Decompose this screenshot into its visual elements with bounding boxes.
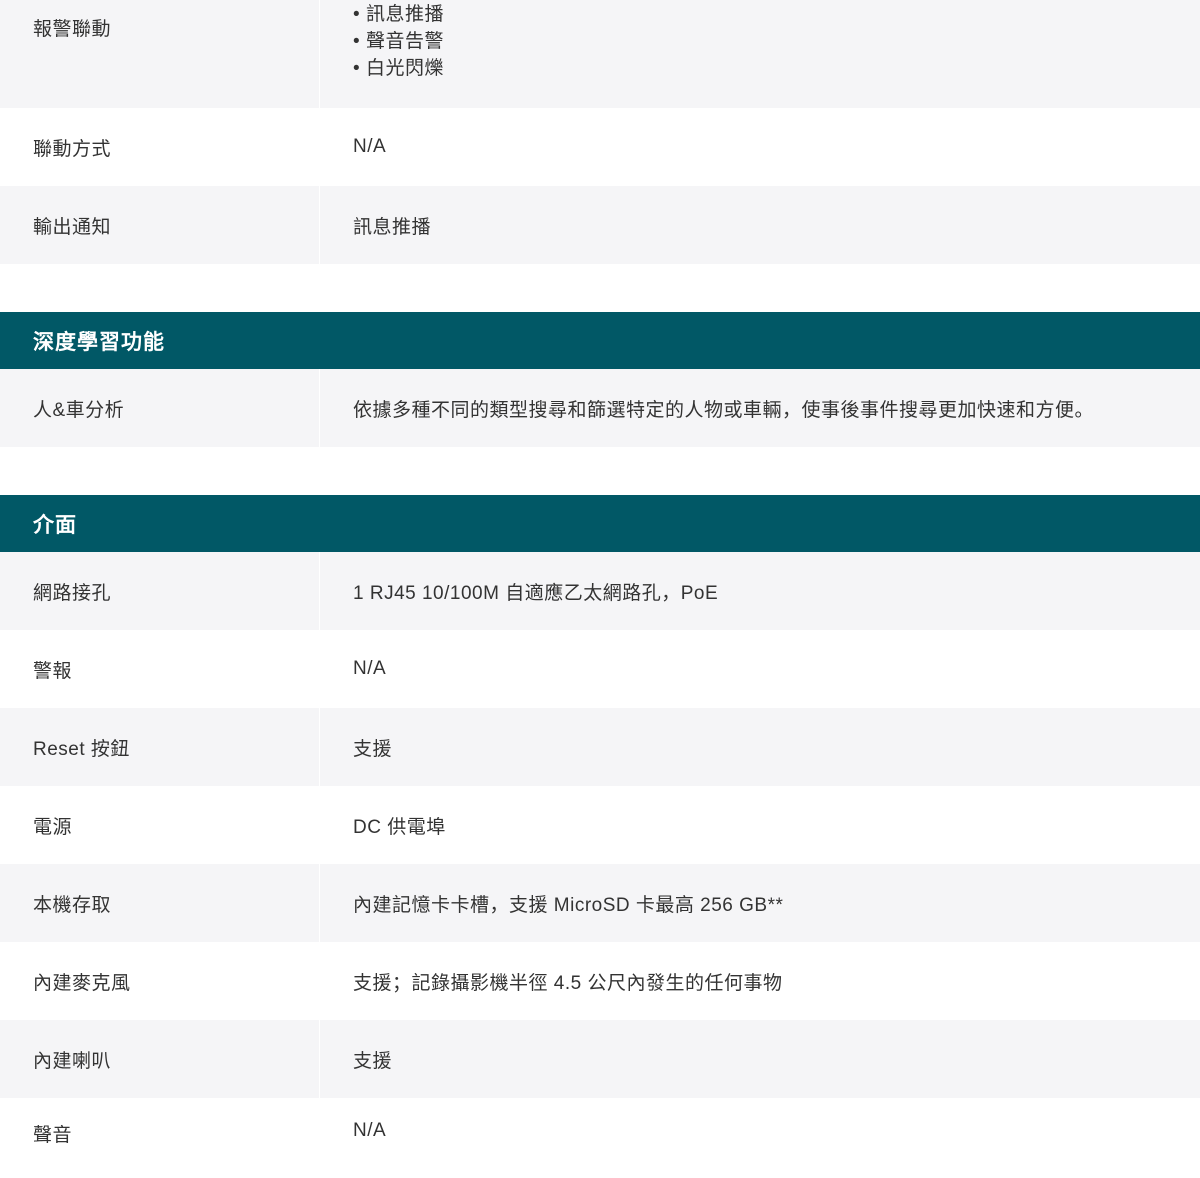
spec-value: DC 供電埠: [320, 786, 1200, 864]
list-item: 白光閃爍: [353, 55, 444, 82]
spec-label: 報警聯動: [0, 0, 319, 108]
spec-row-alarm-linkage: 報警聯動 訊息推播 聲音告警 白光閃爍: [0, 0, 1200, 108]
spec-value: 內建記憶卡卡槽，支援 MicroSD 卡最高 256 GB**: [320, 864, 1200, 942]
spec-row-local-storage: 本機存取 內建記憶卡卡槽，支援 MicroSD 卡最高 256 GB**: [0, 864, 1200, 942]
spec-label: 內建喇叭: [0, 1020, 319, 1098]
list-item: 聲音告警: [353, 28, 444, 55]
spec-row-human-vehicle: 人&車分析 依據多種不同的類型搜尋和篩選特定的人物或車輛，使事後事件搜尋更加快速…: [0, 369, 1200, 447]
spec-row-output-notification: 輸出通知 訊息推播: [0, 186, 1200, 264]
spec-value: N/A: [320, 630, 1200, 708]
spec-row-built-in-mic: 內建麥克風 支援；記錄攝影機半徑 4.5 公尺內發生的任何事物: [0, 942, 1200, 1020]
spec-value: 訊息推播 聲音告警 白光閃爍: [320, 0, 1200, 108]
spec-value: 依據多種不同的類型搜尋和篩選特定的人物或車輛，使事後事件搜尋更加快速和方便。: [320, 369, 1200, 447]
section-gap: [0, 447, 1200, 495]
spec-label: 本機存取: [0, 864, 319, 942]
spec-page: 報警聯動 訊息推播 聲音告警 白光閃爍 聯動方式 N/A 輸出通知 訊息推播 深…: [0, 0, 1200, 1178]
section-header-interface: 介面: [0, 495, 1200, 552]
spec-value: 訊息推播: [320, 186, 1200, 264]
spec-value: 支援；記錄攝影機半徑 4.5 公尺內發生的任何事物: [320, 942, 1200, 1020]
spec-label: 網路接孔: [0, 552, 319, 630]
spec-row-network-port: 網路接孔 1 RJ45 10/100M 自適應乙太網路孔，PoE: [0, 552, 1200, 630]
spec-label: 內建麥克風: [0, 942, 319, 1020]
spec-row-alarm: 警報 N/A: [0, 630, 1200, 708]
spec-row-reset-button: Reset 按鈕 支援: [0, 708, 1200, 786]
list-item: 訊息推播: [353, 1, 444, 28]
spec-label: 人&車分析: [0, 369, 319, 447]
section-header-deep-learning: 深度學習功能: [0, 312, 1200, 369]
spec-row-linkage-method: 聯動方式 N/A: [0, 108, 1200, 186]
spec-value: N/A: [320, 108, 1200, 186]
spec-label: 電源: [0, 786, 319, 864]
spec-label: 聯動方式: [0, 108, 319, 186]
alarm-linkage-list: 訊息推播 聲音告警 白光閃爍: [353, 1, 444, 82]
section-gap: [0, 264, 1200, 312]
spec-value: N/A: [320, 1098, 1200, 1178]
spec-row-power: 電源 DC 供電埠: [0, 786, 1200, 864]
spec-label: 聲音: [0, 1098, 319, 1178]
spec-value: 支援: [320, 1020, 1200, 1098]
spec-row-audio: 聲音 N/A: [0, 1098, 1200, 1178]
spec-value: 支援: [320, 708, 1200, 786]
spec-label: 警報: [0, 630, 319, 708]
spec-label: 輸出通知: [0, 186, 319, 264]
spec-label: Reset 按鈕: [0, 708, 319, 786]
spec-row-built-in-speaker: 內建喇叭 支援: [0, 1020, 1200, 1098]
spec-value: 1 RJ45 10/100M 自適應乙太網路孔，PoE: [320, 552, 1200, 630]
